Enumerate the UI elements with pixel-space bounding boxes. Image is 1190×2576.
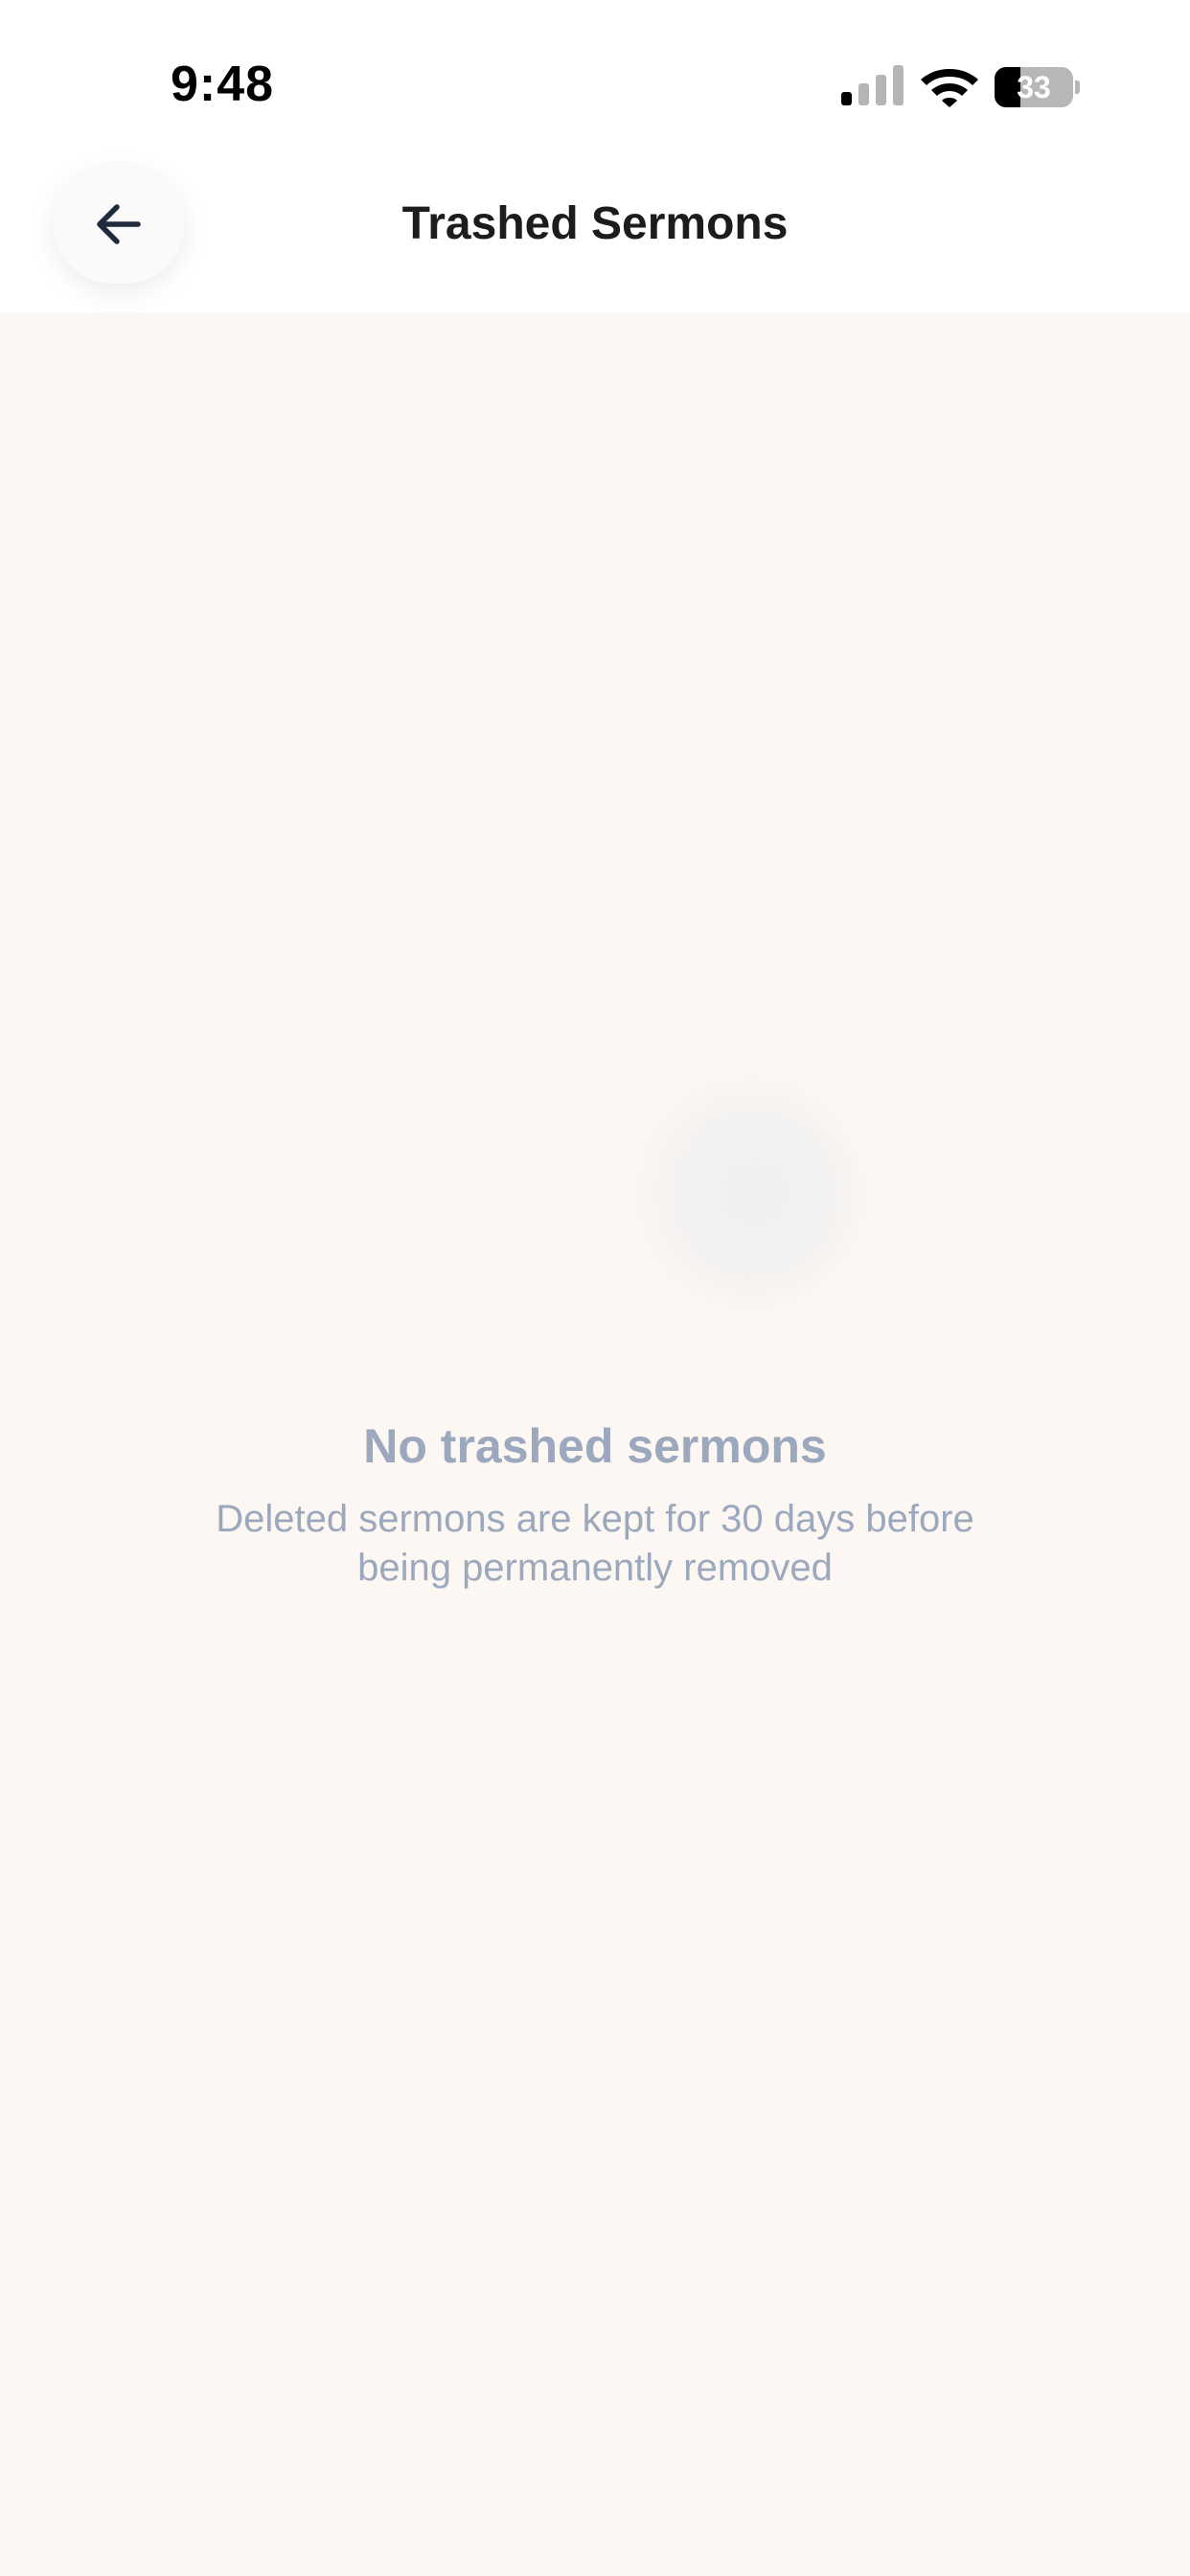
empty-state-subtitle-line2: being permanently removed bbox=[357, 1547, 833, 1589]
battery-percent: 33 bbox=[1017, 70, 1051, 104]
cellular-signal-icon bbox=[841, 65, 904, 105]
status-bar: 9:48 33 bbox=[0, 0, 1190, 172]
empty-state-subtitle-line1: Deleted sermons are kept for 30 days bef… bbox=[216, 1498, 974, 1540]
page-title: Trashed Sermons bbox=[401, 198, 789, 249]
status-time: 9:48 bbox=[171, 57, 275, 112]
battery-body: 33 bbox=[995, 67, 1073, 107]
empty-state-subtitle: Deleted sermons are kept for 30 days bef… bbox=[164, 1495, 1026, 1593]
empty-state-title: No trashed sermons bbox=[363, 1419, 827, 1473]
battery-icon: 33 bbox=[995, 67, 1080, 107]
empty-state-illustration bbox=[623, 1073, 862, 1313]
battery-cap bbox=[1075, 80, 1080, 94]
wifi-icon bbox=[921, 69, 978, 107]
